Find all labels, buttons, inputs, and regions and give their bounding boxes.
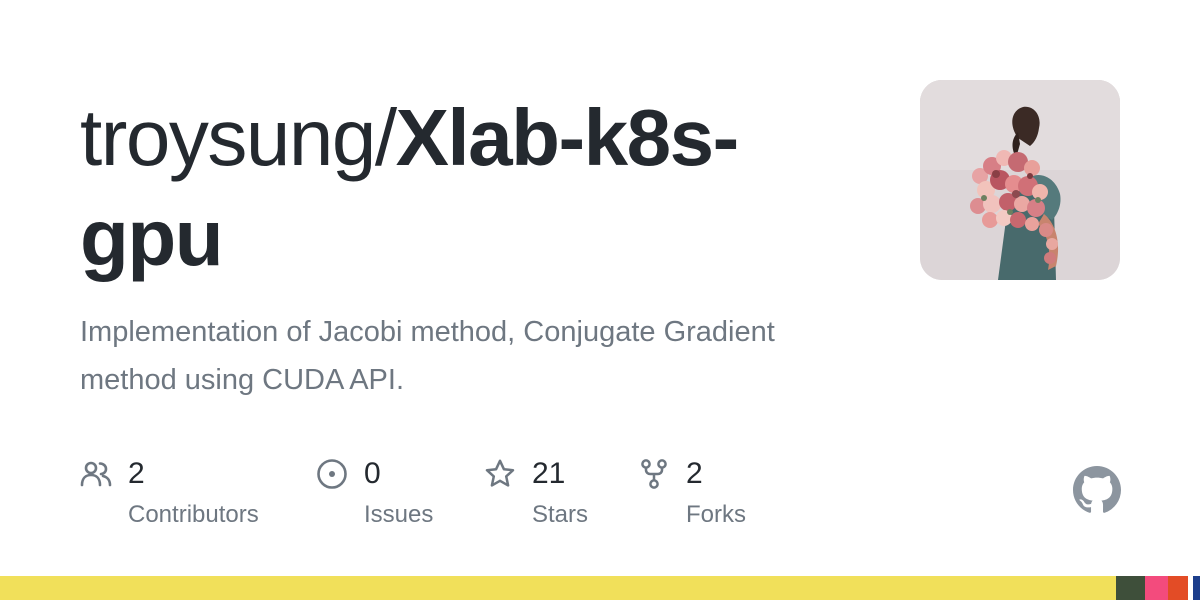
contributors-count: 2 — [128, 457, 145, 490]
issue-opened-icon — [317, 459, 347, 489]
repo-forked-icon — [641, 459, 667, 489]
star-icon — [485, 459, 515, 487]
forks-label: Forks — [686, 501, 746, 528]
language-bar — [0, 576, 1200, 600]
language-segment — [1167, 576, 1188, 600]
language-segment — [1144, 576, 1168, 600]
language-segment — [1116, 576, 1145, 600]
repo-owner: troysung/ — [80, 93, 397, 182]
language-segment — [1192, 576, 1200, 600]
issues-label: Issues — [364, 501, 434, 528]
issues-count: 0 — [364, 457, 381, 490]
stars-label: Stars — [532, 501, 589, 528]
owner-avatar — [920, 80, 1120, 280]
contributors-label: Contributors — [128, 501, 259, 528]
repo-description: Implementation of Jacobi method, Conjuga… — [80, 316, 775, 396]
repo-title: troysung/Xlab-k8s-gpu — [80, 88, 870, 288]
github-logo-icon — [1073, 466, 1121, 513]
people-icon — [80, 461, 112, 487]
forks-count: 2 — [686, 457, 703, 490]
stars-count: 21 — [532, 457, 566, 490]
avatar-image — [920, 80, 1120, 280]
language-segment — [0, 576, 1116, 600]
